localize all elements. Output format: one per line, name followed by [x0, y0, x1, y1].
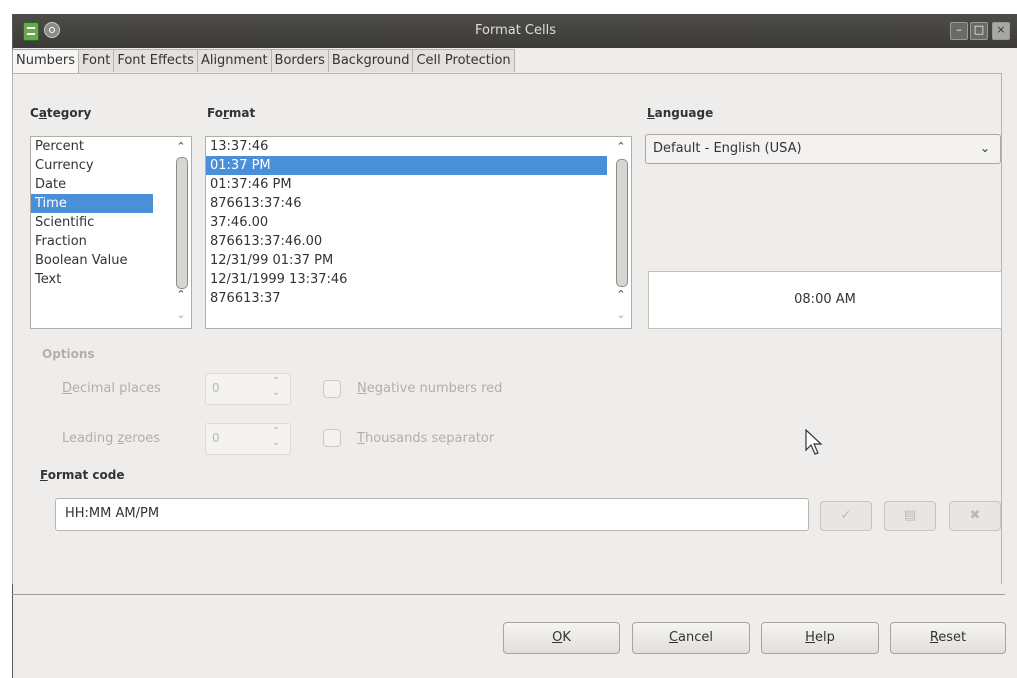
note-icon: ▤ [903, 508, 917, 523]
language-label: Language [647, 106, 714, 120]
tab-font[interactable]: Font [78, 49, 115, 72]
language-value: Default - English (USA) [653, 141, 802, 156]
scroll-up-icon[interactable]: ⌃ [175, 289, 187, 301]
tab-background[interactable]: Background [327, 49, 414, 72]
accept-code-button[interactable]: ✓ [820, 501, 872, 531]
category-list[interactable]: Percent Currency Date Time Scientific Fr… [30, 136, 192, 329]
format-preview: 08:00 AM [648, 271, 1002, 329]
preview-text: 08:00 AM [794, 292, 856, 307]
options-label: Options [42, 347, 95, 361]
scroll-up-icon[interactable]: ⌃ [615, 289, 627, 301]
category-item[interactable]: Fraction [31, 232, 191, 251]
format-code-input[interactable]: HH:MM AM/PM [55, 498, 809, 531]
close-icon[interactable]: × [992, 22, 1010, 40]
scroll-up-icon[interactable]: ⌃ [175, 141, 187, 153]
format-list[interactable]: 13:37:46 01:37 PM 01:37:46 PM 876613:37:… [205, 136, 632, 329]
decrement-icon[interactable]: ⌄ [272, 437, 280, 448]
decrement-icon[interactable]: ⌄ [272, 387, 280, 398]
delete-code-button[interactable]: ✖ [949, 501, 1001, 531]
chevron-down-icon: ⌄ [979, 141, 990, 155]
format-code-value: HH:MM AM/PM [65, 506, 160, 521]
maximize-icon[interactable]: □ [970, 22, 988, 40]
category-item[interactable]: Date [31, 175, 191, 194]
negative-red-checkbox[interactable] [323, 380, 341, 398]
thousands-separator-label: Thousands separator [357, 431, 495, 446]
category-item[interactable]: Boolean Value [31, 251, 191, 270]
tab-font-effects[interactable]: Font Effects [113, 49, 198, 72]
format-item-selected[interactable]: 01:37 PM [206, 156, 607, 175]
window-title: Format Cells [474, 23, 556, 38]
decimal-places-stepper[interactable]: 0 ⌃ ⌄ [205, 373, 291, 405]
ok-button[interactable]: OK [503, 622, 620, 654]
format-item[interactable]: 37:46.00 [206, 213, 631, 232]
scroll-down-icon[interactable]: ⌄ [615, 309, 627, 321]
increment-icon[interactable]: ⌃ [272, 376, 280, 387]
edit-comment-button[interactable]: ▤ [884, 501, 936, 531]
format-item[interactable]: 13:37:46 [206, 137, 631, 156]
tab-bar: Numbers Font Font Effects Alignment Bord… [12, 49, 515, 74]
category-item-selected[interactable]: Time [31, 194, 153, 213]
tab-numbers[interactable]: Numbers [12, 49, 79, 74]
tab-cell-protection[interactable]: Cell Protection [412, 49, 515, 72]
thousands-separator-checkbox[interactable] [323, 429, 341, 447]
category-scrollbar[interactable]: ⌃ ⌃ ⌄ [171, 137, 191, 328]
scroll-thumb[interactable] [616, 159, 628, 287]
scroll-down-icon[interactable]: ⌄ [175, 309, 187, 321]
tab-borders[interactable]: Borders [270, 49, 329, 72]
negative-red-label: Negative numbers red [357, 381, 503, 396]
reset-button[interactable]: Reset [890, 622, 1006, 654]
help-button[interactable]: Help [761, 622, 879, 654]
format-item[interactable]: 12/31/99 01:37 PM [206, 251, 631, 270]
tab-alignment[interactable]: Alignment [196, 49, 272, 72]
format-item[interactable]: 876613:37 [206, 289, 631, 308]
format-item[interactable]: 876613:37:46 [206, 194, 631, 213]
category-item[interactable]: Text [31, 270, 191, 289]
title-bar[interactable]: Format Cells – □ × [13, 14, 1017, 48]
increment-icon[interactable]: ⌃ [272, 426, 280, 437]
category-item[interactable]: Percent [31, 137, 191, 156]
mouse-cursor-icon [805, 428, 823, 455]
format-scrollbar[interactable]: ⌃ ⌃ ⌄ [611, 137, 631, 328]
leading-zeroes-label: Leading zeroes [62, 431, 161, 446]
button-separator [12, 594, 1005, 595]
format-code-label: Format code [40, 468, 125, 482]
category-item[interactable]: Scientific [31, 213, 191, 232]
checkmark-icon: ✓ [840, 508, 852, 523]
category-label: Category [30, 106, 92, 120]
scroll-up-icon[interactable]: ⌃ [615, 141, 627, 153]
decimal-places-label: Decimal places [62, 381, 161, 396]
category-item[interactable]: Currency [31, 156, 191, 175]
leading-zeroes-stepper[interactable]: 0 ⌃ ⌄ [205, 423, 291, 455]
format-label: Format [207, 106, 256, 120]
decimal-places-value: 0 [212, 381, 220, 395]
language-select[interactable]: Default - English (USA) ⌄ [645, 134, 1001, 164]
cancel-button[interactable]: Cancel [632, 622, 750, 654]
minimize-icon[interactable]: – [950, 22, 968, 40]
leading-zeroes-value: 0 [212, 431, 220, 445]
format-item[interactable]: 12/31/1999 13:37:46 [206, 270, 631, 289]
format-item[interactable]: 01:37:46 PM [206, 175, 631, 194]
scroll-thumb[interactable] [176, 157, 188, 289]
delete-x-icon: ✖ [969, 508, 981, 523]
format-item[interactable]: 876613:37:46.00 [206, 232, 631, 251]
